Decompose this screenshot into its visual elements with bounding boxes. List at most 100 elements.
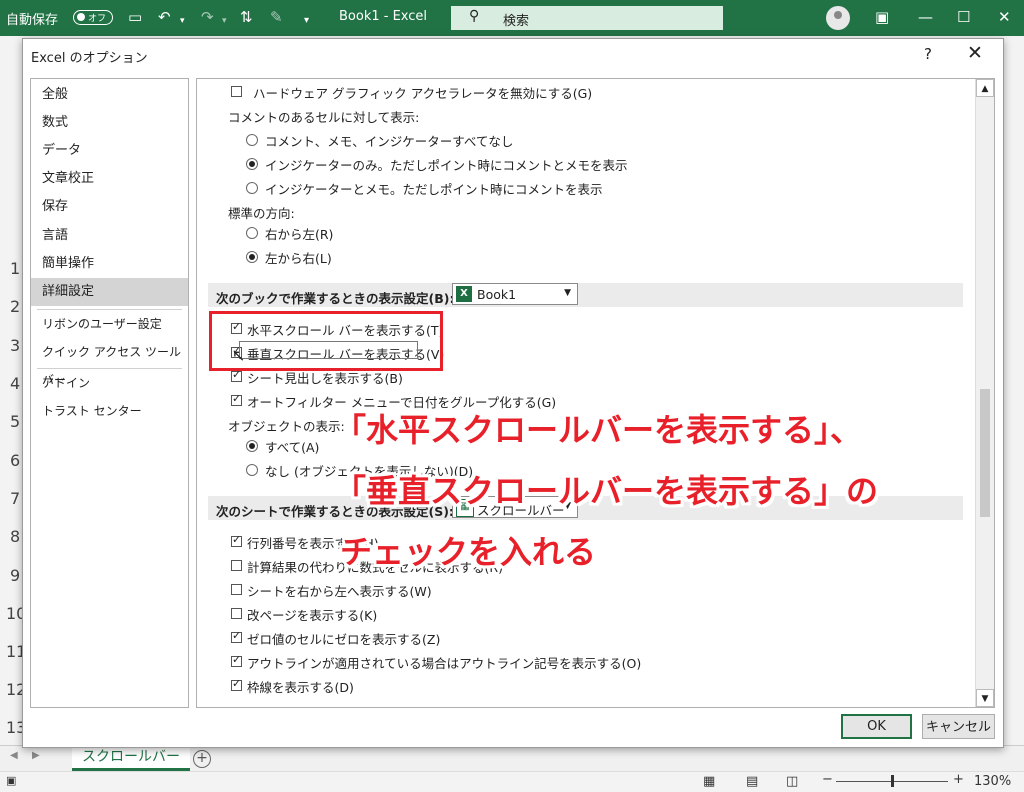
book-select[interactable]: X Book1 ▼ bbox=[452, 283, 578, 305]
sheet-tabs-checkbox[interactable] bbox=[231, 368, 242, 382]
comment-indicator-label: インジケーターのみ。ただしポイント時にコメントとメモを表示 bbox=[265, 158, 628, 173]
row-number: 8 bbox=[10, 527, 21, 546]
direction-ltr-radio[interactable] bbox=[246, 251, 258, 263]
hw-graphics-checkbox[interactable] bbox=[231, 86, 242, 97]
options-content: ハードウェア グラフィック アクセラレータを無効にする(G) コメントのあるセル… bbox=[196, 78, 995, 708]
objects-none-radio[interactable] bbox=[246, 464, 258, 476]
undo-dropdown-icon[interactable]: ▾ bbox=[180, 13, 185, 29]
nav-item-data[interactable]: データ bbox=[31, 137, 188, 165]
nav-item-save[interactable]: 保存 bbox=[31, 193, 188, 221]
minimize-icon[interactable]: — bbox=[918, 8, 933, 26]
zoom-in-icon[interactable]: + bbox=[953, 772, 964, 787]
customize-qat-icon[interactable]: ▾ bbox=[304, 13, 309, 29]
gridlines-label: 枠線を表示する(D) bbox=[247, 680, 354, 695]
comment-none-label: コメント、メモ、インジケーターすべてなし bbox=[265, 134, 514, 149]
cancel-button[interactable]: キャンセル bbox=[922, 714, 995, 739]
objects-all-radio[interactable] bbox=[246, 440, 258, 452]
brush-icon[interactable]: ✎ bbox=[270, 9, 283, 25]
direction-rtl-label: 右から左(R) bbox=[265, 227, 334, 242]
annotation-line-3: チェックを入れる bbox=[340, 533, 597, 571]
annotation-line-1: 「水平スクロールバーを表示する」、 bbox=[334, 411, 863, 449]
dialog-close-button[interactable]: ✕ bbox=[967, 42, 983, 64]
sheet-row-area bbox=[0, 36, 22, 776]
status-bar: ▣ ▦ ▤ ◫ − + 130% bbox=[0, 771, 1024, 792]
mouse-cursor-icon: ↖ bbox=[232, 346, 246, 365]
direction-rtl-radio[interactable] bbox=[246, 227, 258, 239]
zero-values-checkbox[interactable] bbox=[231, 629, 242, 643]
comment-indicator-notes-label: インジケーターとメモ。ただしポイント時にコメントを表示 bbox=[265, 182, 603, 197]
account-avatar[interactable] bbox=[826, 6, 850, 30]
ribbon-display-icon[interactable]: ▣ bbox=[875, 8, 889, 26]
tab-scroll-left-icon[interactable]: ◀ bbox=[10, 750, 18, 761]
help-button[interactable]: ? bbox=[924, 45, 932, 63]
zoom-level[interactable]: 130% bbox=[974, 774, 1011, 789]
nav-item-addins[interactable]: アドイン bbox=[31, 369, 188, 397]
dialog-title: Excel のオプション bbox=[31, 51, 148, 66]
window-close-icon[interactable]: ✕ bbox=[998, 8, 1011, 26]
undo-icon[interactable]: ↶ bbox=[158, 9, 171, 25]
row-number: 3 bbox=[10, 336, 21, 355]
comment-none-radio[interactable] bbox=[246, 134, 258, 146]
save-icon[interactable]: ▭ bbox=[128, 9, 142, 25]
nav-item-language[interactable]: 言語 bbox=[31, 222, 188, 250]
ok-button[interactable]: OK bbox=[841, 714, 912, 739]
page-break-view-icon[interactable]: ◫ bbox=[786, 774, 798, 789]
scroll-up-icon[interactable]: ▲ bbox=[976, 79, 994, 97]
zoom-slider-thumb[interactable] bbox=[891, 775, 894, 787]
row-number: 6 bbox=[10, 451, 21, 470]
search-icon: ⚲ bbox=[469, 8, 480, 24]
nav-item-trust-center[interactable]: トラスト センター bbox=[31, 397, 188, 425]
direction-heading: 標準の方向: bbox=[228, 206, 295, 221]
scrollbar-thumb[interactable] bbox=[980, 389, 990, 517]
outline-symbols-checkbox[interactable] bbox=[231, 653, 242, 667]
rtl-sheet-checkbox[interactable] bbox=[231, 584, 242, 595]
nav-item-formulas[interactable]: 数式 bbox=[31, 109, 188, 137]
normal-view-icon[interactable]: ▦ bbox=[703, 774, 715, 789]
options-nav: 全般 数式 データ 文章校正 保存 言語 簡単操作 詳細設定 リボンのユーザー設… bbox=[30, 78, 189, 708]
toggle-knob bbox=[77, 13, 85, 21]
zoom-out-icon[interactable]: − bbox=[822, 772, 833, 787]
search-placeholder: 検索 bbox=[503, 14, 530, 29]
formulas-checkbox[interactable] bbox=[231, 560, 242, 571]
comment-indicator-notes-radio[interactable] bbox=[246, 182, 258, 194]
gridlines-checkbox[interactable] bbox=[231, 677, 242, 691]
search-box[interactable]: ⚲ 検索 bbox=[451, 6, 723, 30]
row-number: 2 bbox=[10, 297, 21, 316]
sheet-tab[interactable]: スクロールバー bbox=[72, 746, 190, 771]
page-layout-view-icon[interactable]: ▤ bbox=[746, 774, 758, 789]
nav-item-general[interactable]: 全般 bbox=[31, 81, 188, 109]
row-number: 9 bbox=[10, 566, 21, 585]
rtl-sheet-label: シートを右から左へ表示する(W) bbox=[247, 584, 432, 599]
macro-status-icon[interactable]: ▣ bbox=[6, 774, 16, 787]
autosave-toggle[interactable]: オフ bbox=[73, 10, 113, 25]
tab-scroll-right-icon[interactable]: ▶ bbox=[32, 750, 40, 761]
nav-item-proofing[interactable]: 文章校正 bbox=[31, 165, 188, 193]
options-scrollbar[interactable]: ▲ ▼ bbox=[975, 79, 994, 707]
page-breaks-checkbox[interactable] bbox=[231, 608, 242, 619]
sort-icon[interactable]: ⇅ bbox=[240, 9, 253, 25]
maximize-icon[interactable]: ☐ bbox=[957, 8, 970, 26]
add-sheet-icon[interactable]: + bbox=[193, 750, 211, 768]
excel-file-icon: X bbox=[456, 286, 472, 302]
nav-item-accessibility[interactable]: 簡単操作 bbox=[31, 250, 188, 278]
page-breaks-label: 改ページを表示する(K) bbox=[247, 608, 378, 623]
scroll-down-icon[interactable]: ▼ bbox=[976, 689, 994, 707]
comment-indicator-radio[interactable] bbox=[246, 158, 258, 170]
book-select-value: Book1 bbox=[477, 287, 517, 302]
comment-heading: コメントのあるセルに対して表示: bbox=[228, 110, 420, 125]
nav-item-advanced[interactable]: 詳細設定 bbox=[31, 278, 188, 306]
focus-rectangle bbox=[239, 341, 418, 359]
book-display-section: 次のブックで作業するときの表示設定(B): bbox=[208, 283, 963, 307]
autosave-label: 自動保存 bbox=[6, 13, 59, 28]
autosave-state: オフ bbox=[88, 14, 107, 24]
autofilter-group-checkbox[interactable] bbox=[231, 392, 242, 406]
redo-dropdown-icon[interactable]: ▾ bbox=[222, 13, 227, 29]
nav-item-customize-ribbon[interactable]: リボンのユーザー設定 bbox=[31, 310, 188, 338]
title-bar: 自動保存 オフ ▭ ↶ ▾ ↷ ▾ ⇅ ✎ ▾ Book1 - Excel ⚲ … bbox=[0, 0, 1024, 36]
zero-values-label: ゼロ値のセルにゼロを表示する(Z) bbox=[247, 632, 441, 647]
outline-symbols-label: アウトラインが適用されている場合はアウトライン記号を表示する(O) bbox=[247, 656, 642, 671]
row-col-headers-checkbox[interactable] bbox=[231, 533, 242, 547]
direction-ltr-label: 左から右(L) bbox=[265, 251, 332, 266]
nav-item-quick-access-toolbar[interactable]: クイック アクセス ツール バー bbox=[31, 338, 188, 387]
redo-icon[interactable]: ↷ bbox=[201, 9, 214, 25]
